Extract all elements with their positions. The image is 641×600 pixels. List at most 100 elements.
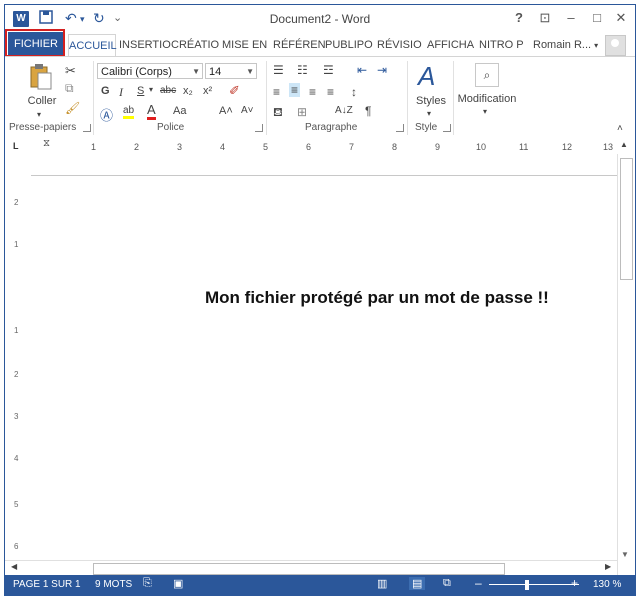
tab-review[interactable]: RÉVISIO <box>377 36 422 54</box>
underline-button[interactable]: S <box>137 85 144 97</box>
sort-button[interactable]: A↓Z <box>335 105 353 116</box>
clipboard-launcher-icon[interactable] <box>83 124 91 132</box>
subscript-button[interactable]: x₂ <box>183 85 193 97</box>
paste-icon[interactable] <box>29 63 53 91</box>
indent-marker-icon[interactable]: ⧖ <box>43 138 50 149</box>
scroll-up-icon[interactable]: ▲ <box>620 140 628 149</box>
superscript-button[interactable]: x² <box>203 85 212 97</box>
bullets-icon[interactable]: ☰ <box>273 63 284 77</box>
styles-dropdown-icon[interactable]: ▾ <box>427 109 431 118</box>
show-formatting-button[interactable]: ¶ <box>365 104 371 118</box>
italic-button[interactable]: I <box>119 85 123 100</box>
font-launcher-icon[interactable] <box>255 124 263 132</box>
change-case-button[interactable]: Aa <box>173 105 186 117</box>
ruler-mark: 3 <box>177 142 183 152</box>
collapse-ribbon-icon[interactable]: ˄ <box>617 123 623 134</box>
styles-launcher-icon[interactable] <box>443 124 451 132</box>
group-divider <box>93 61 94 135</box>
tab-mailings[interactable]: PUBLIPO <box>325 36 373 54</box>
scroll-right-icon[interactable]: ▶ <box>605 562 611 571</box>
maximize-button[interactable]: □ <box>587 9 607 27</box>
borders-icon[interactable]: ⊞ <box>297 105 307 119</box>
file-tab-highlight <box>5 29 65 57</box>
line-spacing-icon[interactable]: ↕ <box>351 85 357 99</box>
tab-selector[interactable]: L <box>13 141 23 151</box>
align-center-icon[interactable]: ≡ <box>289 83 301 97</box>
paragraph-launcher-icon[interactable] <box>396 124 404 132</box>
text-effects-icon[interactable]: Ⓐ <box>100 105 113 124</box>
zoom-out-button[interactable]: – <box>475 576 482 590</box>
paragraph-group-label: Paragraphe <box>305 122 358 133</box>
vertical-scroll-thumb[interactable] <box>620 158 633 280</box>
align-right-icon[interactable]: ≡ <box>309 85 316 99</box>
print-layout-icon[interactable]: ▤ <box>409 577 426 590</box>
zoom-level[interactable]: 130 % <box>593 579 621 590</box>
tab-nitro[interactable]: NITRO P <box>479 36 524 54</box>
tab-view[interactable]: AFFICHA <box>427 36 474 54</box>
shrink-font-button[interactable]: A˅ <box>241 105 254 116</box>
scroll-down-icon[interactable]: ▼ <box>621 550 629 559</box>
horizontal-scrollbar[interactable]: ◀ ▶ <box>5 560 617 576</box>
ruler-mark: 1 <box>91 142 97 152</box>
underline-dropdown-icon[interactable]: ▾ <box>149 85 153 94</box>
avatar[interactable] <box>605 35 626 56</box>
minimize-button[interactable]: – <box>561 9 581 27</box>
grow-font-button[interactable]: A˄ <box>219 105 233 117</box>
ribbon-display-options-button[interactable]: ⊡ <box>535 9 555 27</box>
user-account[interactable]: Romain R... ▾ <box>533 36 598 55</box>
highlight-color-icon[interactable]: ab <box>123 105 135 119</box>
tab-insert[interactable]: INSERTIO <box>119 36 171 54</box>
styles-group-label: Style <box>415 122 438 133</box>
tab-design[interactable]: CRÉATIO <box>171 36 219 54</box>
zoom-slider-thumb[interactable] <box>525 580 529 590</box>
copy-icon[interactable]: ⧉ <box>65 81 74 96</box>
font-name-dropdown[interactable]: Calibri (Corps) ▼ <box>97 63 203 79</box>
read-mode-icon[interactable]: ▥ <box>377 577 387 590</box>
strikethrough-button[interactable]: abc <box>160 85 176 96</box>
shading-icon[interactable]: ⛾ <box>273 105 283 121</box>
font-size-dropdown[interactable]: 14 ▼ <box>205 63 257 79</box>
document-body-text[interactable]: Mon fichier protégé par un mot de passe … <box>205 288 549 308</box>
multilevel-list-icon[interactable]: ☲ <box>323 63 334 77</box>
document-area[interactable]: 2 1 1 2 3 4 5 6 Mon fichier protégé par … <box>5 154 635 576</box>
paste-dropdown-icon[interactable]: ▾ <box>37 110 41 119</box>
styles-icon[interactable]: A <box>418 61 435 92</box>
group-divider <box>453 61 454 135</box>
decrease-indent-icon[interactable]: ⇤ <box>357 63 367 77</box>
proofing-icon[interactable]: ⎘ <box>143 577 152 590</box>
page-count[interactable]: PAGE 1 SUR 1 <box>13 579 81 590</box>
binoculars-icon[interactable]: ⌕ <box>475 63 499 87</box>
close-button[interactable]: ✕ <box>611 9 631 27</box>
format-painter-icon[interactable]: 🖌 <box>65 101 80 115</box>
status-bar: PAGE 1 SUR 1 9 MOTS ⎘ ▣ ▥ ▤ ⧉ – + 130 % <box>5 575 635 595</box>
cut-icon[interactable]: ✂ <box>65 63 76 79</box>
bold-button[interactable]: G <box>101 85 110 97</box>
editing-button[interactable]: Modification <box>455 93 519 105</box>
web-layout-icon[interactable]: ⧉ <box>443 577 451 590</box>
ruler-mark: 12 <box>562 142 573 152</box>
increase-indent-icon[interactable]: ⇥ <box>377 63 387 77</box>
font-size-value: 14 <box>209 66 222 78</box>
justify-icon[interactable]: ≡ <box>327 85 334 99</box>
scroll-left-icon[interactable]: ◀ <box>11 562 17 571</box>
macro-recording-icon[interactable]: ▣ <box>173 577 183 590</box>
paste-button[interactable]: Coller <box>25 95 59 107</box>
font-color-icon[interactable]: A <box>147 103 156 120</box>
vruler-mark: 1 <box>14 240 19 249</box>
help-button[interactable]: ? <box>509 9 529 27</box>
vertical-scrollbar[interactable]: ▼ <box>617 154 634 576</box>
styles-button[interactable]: Styles <box>409 95 453 107</box>
editing-dropdown-icon[interactable]: ▾ <box>483 107 487 116</box>
page-top-margin <box>31 175 621 176</box>
numbering-icon[interactable]: ☷ <box>297 63 308 77</box>
word-window: W ↶ ▾ ↻ ⌄ Document2 - Word ? ⊡ – □ ✕ FIC… <box>4 4 636 596</box>
clear-formatting-icon[interactable]: ✐ <box>229 83 240 99</box>
tab-references[interactable]: RÉFÉREN <box>273 36 326 54</box>
zoom-slider[interactable] <box>489 584 579 585</box>
chevron-down-icon: ▾ <box>594 41 599 50</box>
zoom-in-button[interactable]: + <box>571 576 578 590</box>
word-count[interactable]: 9 MOTS <box>95 579 132 590</box>
tab-layout[interactable]: MISE EN <box>222 36 267 54</box>
horizontal-scroll-thumb[interactable] <box>93 563 505 575</box>
align-left-icon[interactable]: ≡ <box>273 85 280 99</box>
